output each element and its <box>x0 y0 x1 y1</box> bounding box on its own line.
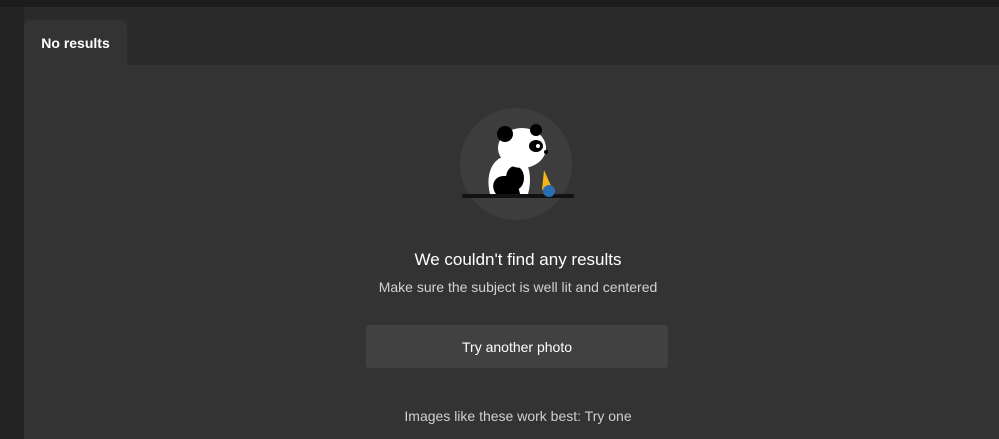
left-strip <box>0 7 24 439</box>
top-bar <box>0 0 999 7</box>
tab-row <box>24 7 999 65</box>
empty-state-title: We couldn't find any results <box>414 250 622 269</box>
sad-panda-icon <box>460 108 576 222</box>
examples-hint: Images like these work best: Try one <box>404 408 632 424</box>
tab-no-results[interactable]: No results <box>24 20 127 65</box>
try-another-photo-label: Try another photo <box>462 338 572 355</box>
empty-state-subtitle: Make sure the subject is well lit and ce… <box>378 279 658 295</box>
tab-label: No results <box>41 34 110 51</box>
try-another-photo-button[interactable]: Try another photo <box>366 325 668 368</box>
